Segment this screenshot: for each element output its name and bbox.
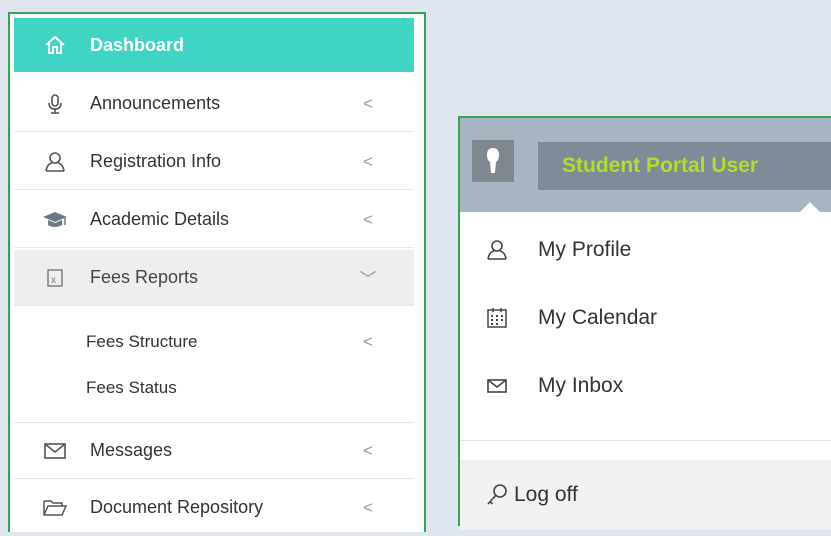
svg-text:x: x bbox=[51, 275, 56, 286]
folder-open-icon bbox=[42, 499, 68, 517]
sidebar-item-label: Messages bbox=[90, 440, 173, 460]
caret-up-icon bbox=[800, 202, 820, 212]
user-icon bbox=[42, 151, 68, 173]
chevron-left-icon: < bbox=[363, 497, 373, 517]
menu-item-my-calendar[interactable]: My Calendar bbox=[460, 288, 831, 348]
user-name[interactable]: Student Portal User bbox=[538, 142, 831, 190]
menu-item-label: My Profile bbox=[538, 238, 632, 261]
sidebar-item-document-repository[interactable]: Document Repository < bbox=[14, 480, 414, 536]
sidebar-item-fees-reports[interactable]: x Fees Reports ﹀ bbox=[14, 250, 414, 306]
sidebar-item-label: Document Repository bbox=[90, 497, 264, 517]
sidebar-item-label: Academic Details bbox=[90, 209, 230, 229]
menu-item-label: My Inbox bbox=[538, 374, 624, 397]
chevron-left-icon: < bbox=[363, 332, 373, 351]
microphone-icon bbox=[42, 93, 68, 115]
user-header: Student Portal User bbox=[460, 118, 831, 212]
menu-item-label: My Calendar bbox=[538, 306, 658, 329]
sidebar-menu: Dashboard Announcements < Registration I… bbox=[14, 18, 414, 536]
excel-file-icon: x bbox=[42, 268, 68, 288]
chevron-left-icon: < bbox=[363, 209, 373, 229]
menu-item-my-inbox[interactable]: My Inbox bbox=[460, 356, 831, 416]
submenu-item-label: Fees Structure bbox=[86, 332, 198, 351]
submenu-item-label: Fees Status bbox=[86, 378, 177, 397]
envelope-icon bbox=[42, 442, 68, 459]
chevron-left-icon: < bbox=[363, 93, 373, 113]
home-icon bbox=[42, 35, 68, 55]
sidebar-item-label: Registration Info bbox=[90, 151, 222, 171]
menu-item-my-profile[interactable]: My Profile bbox=[460, 220, 831, 280]
sidebar-item-label: Fees Reports bbox=[90, 267, 199, 287]
sidebar-item-dashboard[interactable]: Dashboard bbox=[14, 18, 414, 72]
sidebar-item-label: Announcements bbox=[90, 93, 221, 113]
submenu-item-fees-structure[interactable]: Fees Structure < bbox=[14, 322, 414, 362]
chevron-left-icon: < bbox=[363, 151, 373, 171]
sidebar-item-academic-details[interactable]: Academic Details < bbox=[14, 192, 414, 248]
logoff-label: Log off bbox=[514, 483, 578, 506]
graduation-cap-icon bbox=[42, 211, 68, 229]
envelope-icon bbox=[482, 378, 512, 394]
key-icon bbox=[486, 483, 508, 507]
user-dropdown-menu: Student Portal User My Profile My Calend… bbox=[458, 116, 831, 530]
sidebar-item-registration-info[interactable]: Registration Info < bbox=[14, 134, 414, 190]
chevron-left-icon: < bbox=[363, 440, 373, 460]
sidebar-item-messages[interactable]: Messages < bbox=[14, 423, 414, 479]
sidebar-item-label: Dashboard bbox=[90, 34, 185, 55]
calendar-icon bbox=[482, 307, 512, 329]
user-icon bbox=[482, 239, 512, 261]
divider bbox=[460, 440, 831, 441]
sidebar-panel: Dashboard Announcements < Registration I… bbox=[8, 12, 426, 536]
chevron-down-icon: ﹀ bbox=[359, 270, 377, 289]
avatar[interactable] bbox=[472, 140, 514, 182]
submenu-item-fees-status[interactable]: Fees Status bbox=[14, 368, 414, 408]
sidebar-item-announcements[interactable]: Announcements < bbox=[14, 76, 414, 132]
